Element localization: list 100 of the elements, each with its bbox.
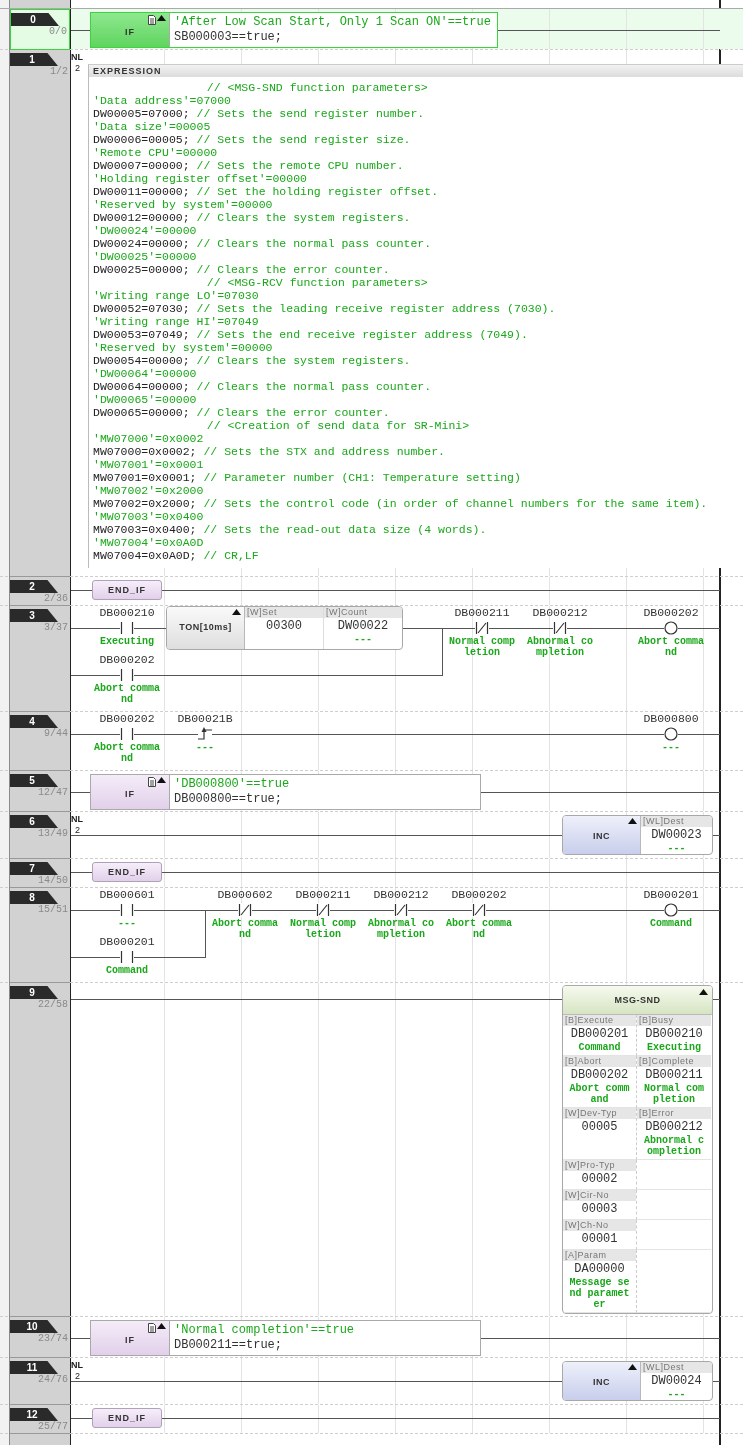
rung-number[interactable]: 7 bbox=[10, 862, 58, 875]
address-label: DB000212 bbox=[532, 606, 588, 620]
rung-number[interactable]: 9 bbox=[10, 986, 58, 999]
code-line: DW00052=07030; // Sets the leading receive register address (7030). bbox=[93, 302, 557, 315]
comment-label: Command bbox=[649, 918, 693, 929]
code-line: DW00025=00000; // Clears the error counter. bbox=[93, 263, 391, 276]
rung-header[interactable]: 11 24/76 bbox=[10, 1358, 70, 1405]
comment-label: --- bbox=[353, 634, 373, 645]
step-count: 24/76 bbox=[37, 1374, 69, 1386]
inc-block[interactable]: INC [WL]Dest DW00024 --- bbox=[562, 1361, 713, 1401]
parameter-value: DW00023 bbox=[651, 827, 702, 843]
if-block[interactable]: IF 'DB000800'==true DB000800==true; bbox=[90, 774, 481, 810]
code-line: 'DW00064'=00000 bbox=[93, 367, 198, 380]
code-line: 'DW00024'=00000 bbox=[93, 224, 198, 237]
rung-header[interactable]: 9 22/58 bbox=[10, 983, 70, 1317]
step-count: 9/44 bbox=[43, 728, 69, 740]
parameter-label: [W]Cir-No bbox=[563, 1190, 636, 1201]
if-block[interactable]: IF 'After Low Scan Start, Only 1 Scan ON'==true SB000003==true; bbox=[90, 12, 498, 48]
rung-number[interactable]: 3 bbox=[10, 609, 58, 622]
parameter-label: [WL]Dest bbox=[641, 816, 712, 827]
triangle-icon[interactable] bbox=[157, 1323, 166, 1329]
code-line: // <MSG-SND function parameters> bbox=[205, 81, 429, 94]
parameter-label: [W]Count bbox=[324, 607, 402, 618]
triangle-icon[interactable] bbox=[628, 1364, 637, 1370]
comment-label: Abnormal completion bbox=[644, 1135, 704, 1157]
function-block[interactable] bbox=[562, 985, 713, 1314]
code-line: 'Reserved by system'=00000 bbox=[93, 198, 274, 211]
parameter-label: [W]Ch-No bbox=[563, 1220, 636, 1231]
rung-number[interactable]: 8 bbox=[10, 891, 58, 904]
document-icon[interactable] bbox=[148, 1323, 156, 1333]
code-line: DW00011=00000; // Set the holding register offset. bbox=[93, 185, 440, 198]
condition-comment: 'DB000800'==true bbox=[174, 777, 291, 792]
parameter-value: 00005 bbox=[581, 1119, 618, 1135]
slashed-contact-icon bbox=[316, 903, 330, 917]
parameter-value: 00002 bbox=[581, 1171, 618, 1187]
address-label: DB000210 bbox=[99, 606, 155, 620]
rung-header[interactable]: 10 23/74 bbox=[10, 1317, 70, 1358]
document-icon[interactable] bbox=[148, 15, 156, 25]
rung-header[interactable]: 2 2/36 bbox=[10, 577, 70, 606]
rung-header[interactable]: 1 1/2 bbox=[10, 50, 70, 577]
parameter-value: 00300 bbox=[266, 618, 302, 634]
if-block[interactable]: IF 'Normal completion'==true DB000211==true; bbox=[90, 1320, 481, 1356]
rung-number[interactable]: 2 bbox=[10, 580, 58, 593]
if-keyword: IF bbox=[125, 26, 135, 39]
parameter-value: DW00022 bbox=[337, 618, 389, 634]
parameter-label: [WL]Dest bbox=[641, 1362, 712, 1373]
code-line: DW00007=00000; // Sets the remote CPU number. bbox=[93, 159, 405, 172]
parameter-label: [B]Error bbox=[637, 1108, 711, 1119]
nl-label: NL bbox=[71, 814, 83, 825]
triangle-icon[interactable] bbox=[157, 777, 166, 783]
slashed-contact-icon bbox=[475, 621, 489, 635]
end-if-block[interactable]: END_IF bbox=[92, 862, 162, 882]
rung-number[interactable]: 11 bbox=[10, 1361, 58, 1374]
rung-number[interactable]: 10 bbox=[10, 1320, 58, 1333]
parameter-label: [W]Pro-Typ bbox=[563, 1160, 636, 1171]
code-line: MW07002=0x2000; // Sets the control code (in order of channel numbers for the same item). bbox=[93, 497, 709, 510]
rung-header[interactable]: 6 13/49 bbox=[10, 812, 70, 859]
code-line: DW00065=00000; // Clears the error counter. bbox=[93, 406, 391, 419]
nl-value: 2 bbox=[74, 63, 81, 74]
triangle-icon[interactable] bbox=[157, 15, 166, 21]
triangle-icon[interactable] bbox=[699, 989, 708, 995]
rung-header[interactable]: 7 14/50 bbox=[10, 859, 70, 888]
block-name: TON[10ms] bbox=[179, 621, 232, 634]
code-line: 'MW07001'=0x0001 bbox=[93, 458, 205, 471]
comment-label: Command bbox=[577, 1042, 622, 1053]
end-if-block[interactable]: END_IF bbox=[92, 580, 162, 600]
code-line: DW00005=07000; // Sets the send register number. bbox=[93, 107, 426, 120]
code-line: // <Creation of send data for SR-Mini> bbox=[205, 419, 471, 432]
rung-number[interactable]: 1 bbox=[10, 53, 58, 66]
triangle-icon[interactable] bbox=[628, 818, 637, 824]
rung-number[interactable]: 12 bbox=[10, 1408, 58, 1421]
address-label: DB000202 bbox=[99, 712, 155, 726]
end-if-block[interactable]: END_IF bbox=[92, 1408, 162, 1428]
rung-number[interactable]: 5 bbox=[10, 774, 58, 787]
rung-header[interactable]: 12 25/77 bbox=[10, 1405, 70, 1434]
rung-number[interactable]: 0 bbox=[11, 13, 59, 26]
parameter-label: [B]Busy bbox=[637, 1015, 711, 1026]
rung-number[interactable]: 6 bbox=[10, 815, 58, 828]
code-line: 'MW07003'=0x0400 bbox=[93, 510, 205, 523]
document-icon[interactable] bbox=[148, 777, 156, 787]
rung-header[interactable]: 0 0/0 bbox=[10, 9, 70, 50]
if-keyword: IF bbox=[125, 788, 135, 801]
rung-header[interactable]: 4 9/44 bbox=[10, 712, 70, 771]
step-count: 22/58 bbox=[37, 999, 69, 1011]
timer-block[interactable]: TON[10ms] [W]Set 00300 [W]Count DW00022 --- bbox=[166, 606, 403, 650]
rung-header[interactable]: 5 12/47 bbox=[10, 771, 70, 812]
code-line: 'DW00025'=00000 bbox=[93, 250, 198, 263]
code-line: DW00054=00000; // Clears the system registers. bbox=[93, 354, 412, 367]
triangle-icon[interactable] bbox=[232, 609, 241, 615]
inc-block[interactable]: INC [WL]Dest DW00023 --- bbox=[562, 815, 713, 855]
comment-label: Abnormal completion bbox=[527, 636, 593, 658]
rung-header[interactable]: 3 3/37 bbox=[10, 606, 70, 712]
rung-number[interactable]: 4 bbox=[10, 715, 58, 728]
comment-label: Abort command bbox=[446, 918, 512, 940]
parameter-value: DB000201 bbox=[570, 1026, 629, 1042]
code-line: 'Holding register offset'=00000 bbox=[93, 172, 308, 185]
parameter-label: [A]Param bbox=[563, 1250, 636, 1261]
rung-header[interactable]: 8 15/51 bbox=[10, 888, 70, 983]
condition-expression: DB000800==true; bbox=[174, 792, 284, 807]
code-line: 'Data address'=07000 bbox=[93, 94, 233, 107]
